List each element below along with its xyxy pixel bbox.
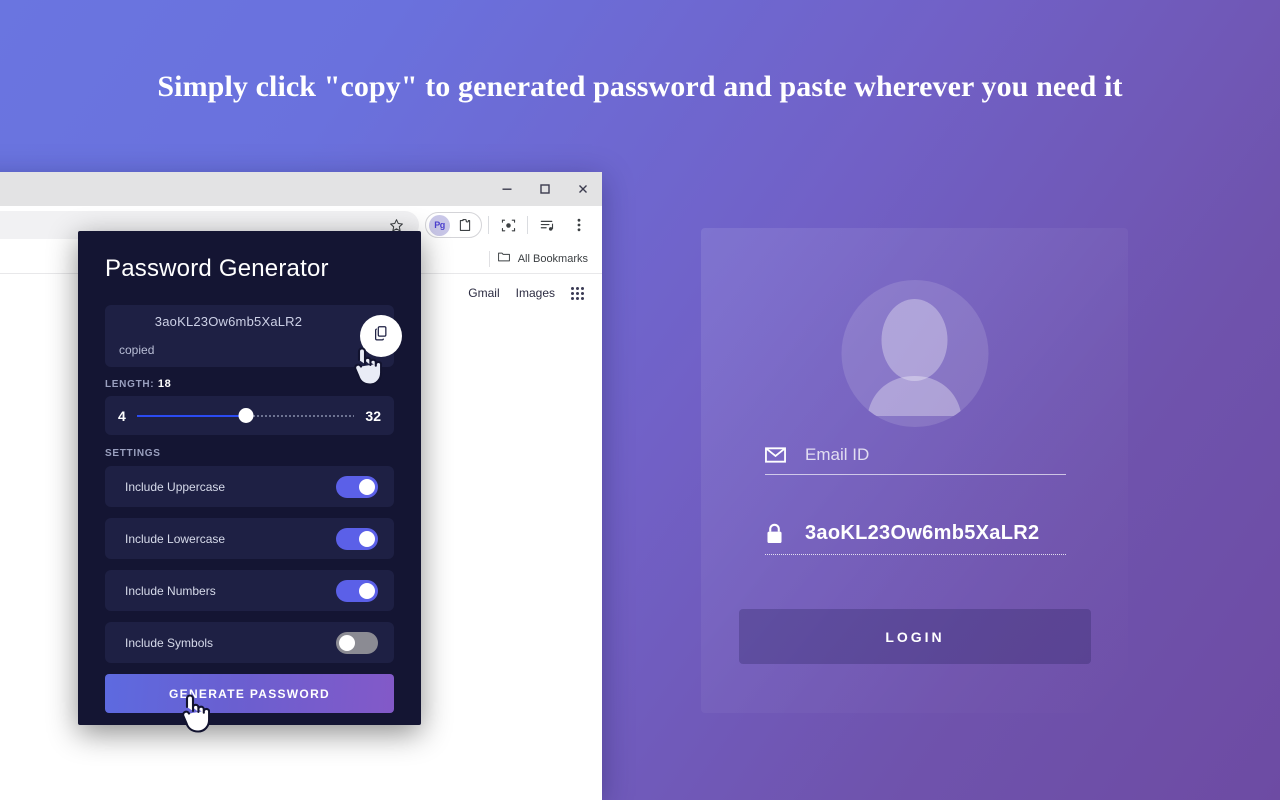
lock-icon — [765, 523, 787, 545]
slider-knob[interactable] — [238, 408, 254, 423]
settings-section-label: SETTINGS — [105, 448, 161, 459]
generated-password-box: 3aoKL23Ow6mb5XaLR2 copied — [105, 305, 402, 367]
option-include-uppercase[interactable]: Include Uppercase — [105, 466, 394, 507]
toggle-include-symbols[interactable] — [336, 631, 378, 654]
folder-icon — [497, 250, 511, 267]
user-avatar-icon — [867, 299, 962, 416]
avatar — [841, 280, 988, 427]
email-field[interactable]: Email ID — [765, 445, 1066, 475]
copy-button[interactable] — [360, 315, 402, 357]
length-slider[interactable] — [136, 408, 355, 423]
puzzle-icon[interactable] — [452, 212, 478, 238]
extensions-pill: Pg — [425, 212, 482, 238]
password-field[interactable]: 3aoKL23Ow6mb5XaLR2 — [765, 522, 1066, 555]
copied-status-text: copied — [119, 343, 155, 357]
slider-max-label: 32 — [365, 407, 381, 424]
password-generator-extension-icon[interactable]: Pg — [429, 214, 450, 236]
toggle-knob — [359, 582, 375, 599]
length-label-text: LENGTH: — [105, 379, 155, 390]
length-slider-row: 4 32 — [105, 396, 394, 435]
login-button[interactable]: LOGIN — [739, 609, 1091, 664]
login-card: Email ID 3aoKL23Ow6mb5XaLR2 LOGIN — [701, 228, 1128, 713]
generated-password-value: 3aoKL23Ow6mb5XaLR2 — [154, 314, 303, 329]
all-bookmarks-label[interactable]: All Bookmarks — [518, 253, 588, 265]
toolbar-divider-2 — [527, 216, 528, 234]
length-label: LENGTH: 18 — [105, 378, 394, 390]
images-link[interactable]: Images — [516, 286, 555, 300]
browser-titlebar — [0, 172, 602, 206]
option-label: Include Lowercase — [125, 531, 226, 546]
minimize-icon[interactable] — [488, 172, 526, 206]
toolbar-divider — [488, 216, 489, 234]
slider-fill — [136, 414, 246, 417]
maximize-icon[interactable] — [526, 172, 564, 206]
option-include-symbols[interactable]: Include Symbols — [105, 622, 394, 663]
option-include-numbers[interactable]: Include Numbers — [105, 570, 394, 611]
length-value: 18 — [157, 378, 172, 390]
toggle-knob — [339, 634, 355, 651]
option-label: Include Uppercase — [125, 479, 226, 494]
email-placeholder: Email ID — [805, 445, 870, 464]
google-top-links: Gmail Images — [468, 286, 584, 300]
toggle-include-uppercase[interactable] — [336, 475, 378, 498]
option-label: Include Symbols — [125, 635, 214, 650]
page-headline: Simply click "copy" to generated passwor… — [157, 70, 1123, 103]
option-include-lowercase[interactable]: Include Lowercase — [105, 518, 394, 559]
bookmarks-divider — [488, 250, 490, 267]
slider-min-label: 4 — [118, 407, 126, 424]
copy-icon — [373, 325, 390, 347]
gmail-link[interactable]: Gmail — [468, 286, 499, 300]
generate-password-button[interactable]: GENERATE PASSWORD — [105, 674, 394, 713]
close-icon[interactable] — [564, 172, 602, 206]
toggle-knob — [359, 478, 375, 495]
popup-title: Password Generator — [105, 255, 329, 282]
lens-icon[interactable] — [495, 212, 521, 238]
password-value: 3aoKL23Ow6mb5XaLR2 — [805, 522, 1040, 544]
toggle-knob — [359, 530, 375, 547]
toggle-include-lowercase[interactable] — [336, 527, 378, 550]
option-label: Include Numbers — [125, 583, 216, 598]
envelope-icon — [765, 447, 787, 463]
window-controls — [488, 172, 602, 206]
media-control-icon[interactable] — [534, 212, 560, 238]
password-generator-popup: Password Generator 3aoKL23Ow6mb5XaLR2 co… — [78, 231, 421, 725]
toggle-include-numbers[interactable] — [336, 579, 378, 602]
three-dot-menu-icon[interactable] — [566, 212, 592, 238]
apps-grid-icon[interactable] — [571, 286, 584, 300]
